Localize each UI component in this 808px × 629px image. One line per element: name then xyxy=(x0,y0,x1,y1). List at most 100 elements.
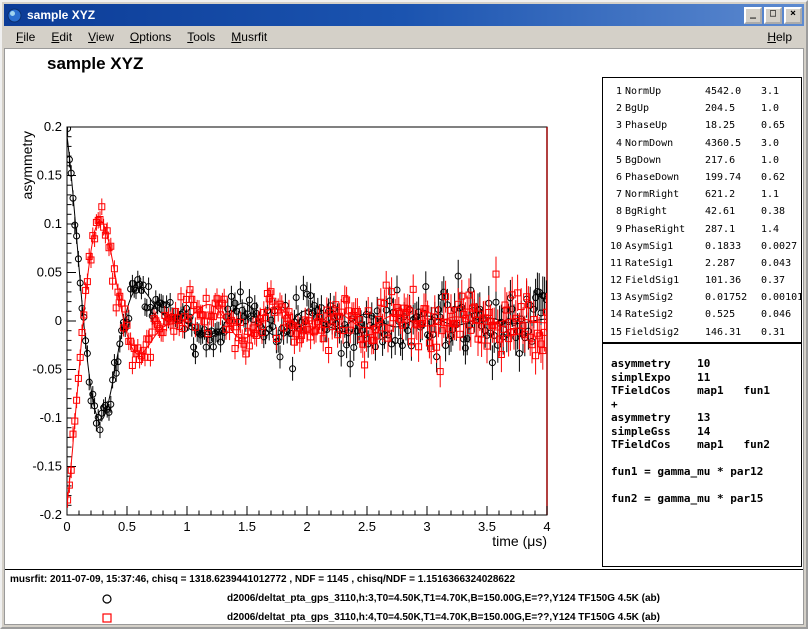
param-value: 204.5 xyxy=(705,100,761,117)
param-row-RateSig2: 14RateSig20.5250.046 xyxy=(609,306,801,323)
param-name: FieldSig2 xyxy=(625,324,705,341)
minimize-button[interactable]: _ xyxy=(744,7,762,24)
svg-text:4: 4 xyxy=(543,519,550,534)
x-axis-title: time (μs) xyxy=(492,533,547,549)
param-row-BgDown: 5BgDown217.61.0 xyxy=(609,152,801,169)
param-value: 0.1833 xyxy=(705,238,761,255)
param-no: 7 xyxy=(609,186,625,203)
param-no: 5 xyxy=(609,152,625,169)
legend-entry: d2006/deltat_pta_gps_3110,h:3,T0=4.50K,T… xyxy=(5,589,803,608)
param-error: 0.62 xyxy=(761,169,801,186)
window-controls: _ □ × xyxy=(742,7,802,24)
theory-line: asymmetry 13 xyxy=(611,411,801,425)
menu-file[interactable]: File xyxy=(8,27,43,47)
param-name: NormRight xyxy=(625,186,705,203)
maximize-icon: □ xyxy=(770,9,776,19)
param-no: 9 xyxy=(609,221,625,238)
param-no: 2 xyxy=(609,100,625,117)
menu-help[interactable]: Help xyxy=(759,27,800,47)
param-row-NormRight: 7NormRight621.21.1 xyxy=(609,186,801,203)
theory-line: fun1 = gamma_mu * par12 xyxy=(611,465,801,479)
param-error: 0.38 xyxy=(761,203,801,220)
param-value: 217.6 xyxy=(705,152,761,169)
svg-text:2: 2 xyxy=(303,519,310,534)
param-no: 10 xyxy=(609,238,625,255)
param-error: 1.0 xyxy=(761,100,801,117)
menu-edit[interactable]: Edit xyxy=(43,27,80,47)
parameter-box: 1NormUp4542.03.12BgUp204.51.03PhaseUp18.… xyxy=(602,77,802,343)
param-no: 8 xyxy=(609,203,625,220)
param-no: 4 xyxy=(609,135,625,152)
param-row-PhaseRight: 9PhaseRight287.11.4 xyxy=(609,221,801,238)
theory-line xyxy=(611,479,801,493)
param-value: 4542.0 xyxy=(705,83,761,100)
param-value: 101.36 xyxy=(705,272,761,289)
theory-line: fun2 = gamma_mu * par15 xyxy=(611,492,801,506)
plot-title: sample XYZ xyxy=(47,54,143,74)
menubar: FileEditViewOptionsToolsMusrfit Help xyxy=(4,26,804,48)
theory-line: TFieldCos map1 fun1 xyxy=(611,384,801,398)
param-error: 0.00101 xyxy=(761,289,802,306)
param-row-AsymSig2: 13AsymSig20.017520.00101 xyxy=(609,289,801,306)
param-name: NormUp xyxy=(625,83,705,100)
param-name: BgDown xyxy=(625,152,705,169)
param-error: 3.0 xyxy=(761,135,801,152)
param-error: 0.0027 xyxy=(761,238,801,255)
svg-text:0.15: 0.15 xyxy=(37,168,62,183)
close-button[interactable]: × xyxy=(784,7,802,24)
param-error: 1.1 xyxy=(761,186,801,203)
param-row-BgRight: 8BgRight42.610.38 xyxy=(609,203,801,220)
app-window: sample XYZ _ □ × FileEditViewOptionsToolsM… xyxy=(0,0,808,629)
theory-line xyxy=(611,452,801,466)
legend: d2006/deltat_pta_gps_3110,h:3,T0=4.50K,T… xyxy=(5,589,803,625)
param-value: 4360.5 xyxy=(705,135,761,152)
menu-musrfit[interactable]: Musrfit xyxy=(223,27,275,47)
param-error: 0.046 xyxy=(761,306,801,323)
status-text: musrfit: 2011-07-09, 15:37:46, chisq = 1… xyxy=(10,574,515,585)
param-row-PhaseDown: 6PhaseDown199.740.62 xyxy=(609,169,801,186)
param-name: BgUp xyxy=(625,100,705,117)
window-title: sample XYZ xyxy=(27,8,742,22)
series-circle xyxy=(65,121,550,438)
svg-text:0.1: 0.1 xyxy=(44,216,62,231)
theory-line: asymmetry 10 xyxy=(611,357,801,371)
menu-tools[interactable]: Tools xyxy=(179,27,223,47)
param-row-BgUp: 2BgUp204.51.0 xyxy=(609,100,801,117)
svg-text:-0.1: -0.1 xyxy=(40,410,62,425)
svg-text:1: 1 xyxy=(183,519,190,534)
app-icon xyxy=(7,8,22,23)
param-error: 0.31 xyxy=(761,324,801,341)
param-name: AsymSig2 xyxy=(625,289,705,306)
param-value: 199.74 xyxy=(705,169,761,186)
root-canvas[interactable]: sample XYZ 00.511.522.533.540.20.150.10.… xyxy=(4,48,804,625)
square-marker-icon xyxy=(99,611,115,625)
legend-entry: d2006/deltat_pta_gps_3110,h:4,T0=4.50K,T… xyxy=(5,608,803,625)
param-no: 6 xyxy=(609,169,625,186)
param-no: 11 xyxy=(609,255,625,272)
svg-text:0.05: 0.05 xyxy=(37,265,62,280)
svg-text:-0.2: -0.2 xyxy=(40,507,62,522)
param-error: 0.043 xyxy=(761,255,801,272)
legend-label: d2006/deltat_pta_gps_3110,h:4,T0=4.50K,T… xyxy=(227,612,660,623)
y-axis-title: asymmetry xyxy=(19,131,35,199)
asymmetry-plot[interactable]: 00.511.522.533.540.20.150.10.050-0.05-0.… xyxy=(5,49,580,569)
param-name: AsymSig1 xyxy=(625,238,705,255)
circle-marker-icon xyxy=(99,592,115,606)
param-value: 18.25 xyxy=(705,117,761,134)
minimize-icon: _ xyxy=(750,9,756,19)
param-no: 12 xyxy=(609,272,625,289)
param-name: PhaseUp xyxy=(625,117,705,134)
param-no: 3 xyxy=(609,117,625,134)
menu-options[interactable]: Options xyxy=(122,27,179,47)
param-name: FieldSig1 xyxy=(625,272,705,289)
maximize-button[interactable]: □ xyxy=(764,7,782,24)
svg-text:0: 0 xyxy=(55,313,62,328)
menu-view[interactable]: View xyxy=(80,27,122,47)
svg-text:0: 0 xyxy=(63,519,70,534)
param-no: 15 xyxy=(609,324,625,341)
separator-line xyxy=(5,569,803,570)
close-icon: × xyxy=(790,9,796,19)
svg-text:3.5: 3.5 xyxy=(478,519,496,534)
titlebar[interactable]: sample XYZ _ □ × xyxy=(4,4,804,26)
menu-items: FileEditViewOptionsToolsMusrfit xyxy=(8,27,275,47)
